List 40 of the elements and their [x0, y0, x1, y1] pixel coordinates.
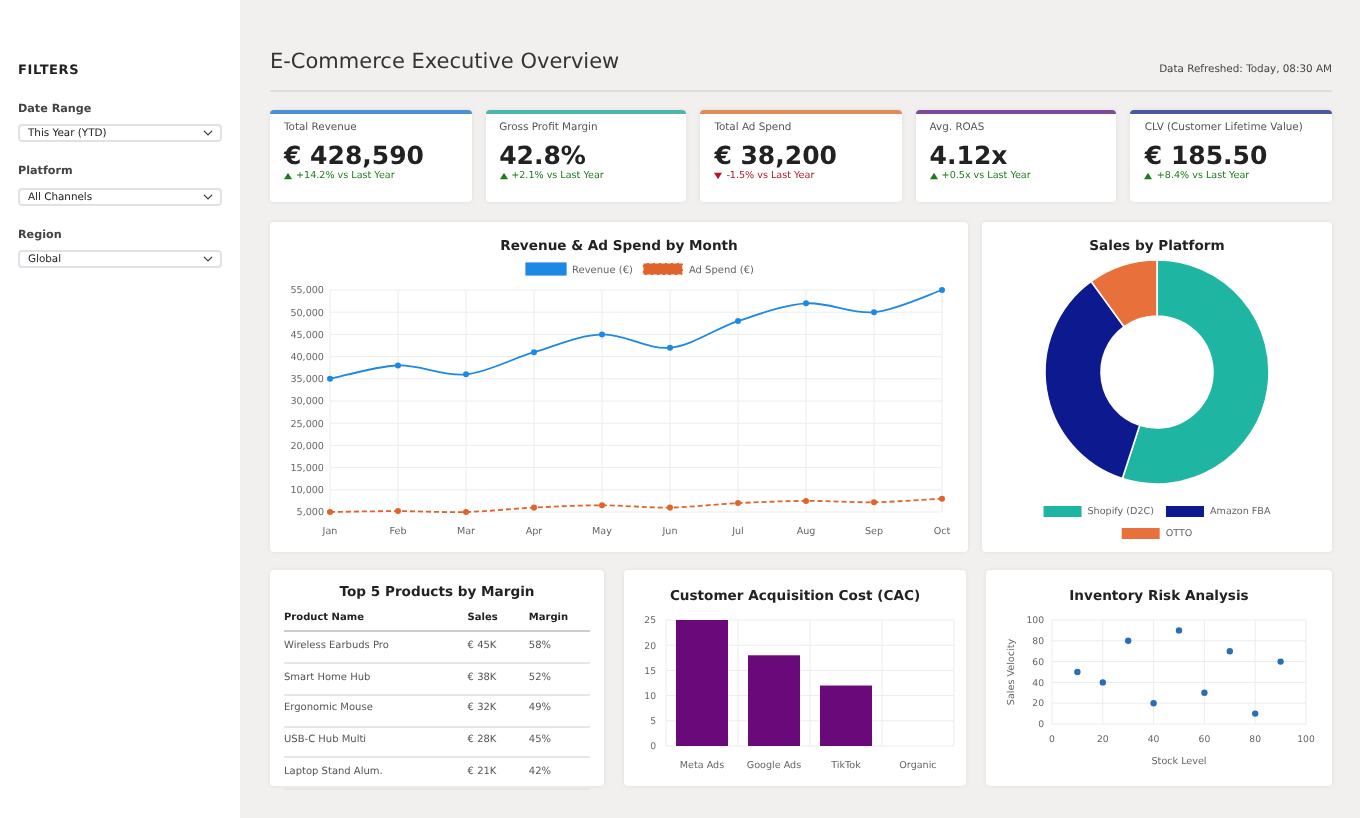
kpi-value: € 38,200: [714, 139, 839, 170]
data-point: [1226, 647, 1233, 654]
data-point: [531, 348, 537, 355]
data-point: [803, 497, 809, 504]
data-point: [599, 501, 605, 508]
data-point: [599, 330, 605, 337]
data-point: [1099, 678, 1106, 686]
data-point: [871, 498, 877, 505]
data-point: [1252, 709, 1259, 717]
data-point: [1175, 626, 1183, 634]
data-point: [463, 370, 469, 377]
data-point: [1125, 637, 1132, 644]
data-point: [871, 308, 877, 315]
down-triangle-icon: [714, 172, 723, 181]
data-point: [1201, 689, 1208, 696]
data-point: [667, 344, 673, 351]
data-point: [395, 362, 401, 368]
up-triangle-icon: [929, 172, 938, 181]
kpi-value: € 428,590: [284, 139, 426, 170]
data-point: [1150, 699, 1157, 706]
data-point: [735, 499, 741, 506]
data-point: [667, 504, 673, 511]
kpi-value: 4.12x: [929, 139, 1010, 170]
data-point: [327, 508, 333, 515]
data-point: [463, 508, 469, 515]
data-point: [1277, 657, 1284, 665]
page-title: E-Commerce Executive Overview: [270, 48, 620, 78]
data-point: [395, 507, 401, 514]
data-point: [939, 286, 945, 293]
data-point: [803, 299, 809, 306]
up-triangle-icon: [1144, 172, 1153, 181]
kpi-value: 42.8%: [499, 139, 588, 170]
data-point: [327, 375, 333, 382]
data-point: [939, 495, 945, 502]
kpi-value: € 185.50: [1144, 139, 1270, 170]
data-point: [531, 504, 537, 511]
data-point: [1074, 668, 1081, 675]
up-triangle-icon: [499, 172, 508, 181]
up-triangle-icon: [284, 172, 292, 181]
data-point: [735, 317, 741, 324]
